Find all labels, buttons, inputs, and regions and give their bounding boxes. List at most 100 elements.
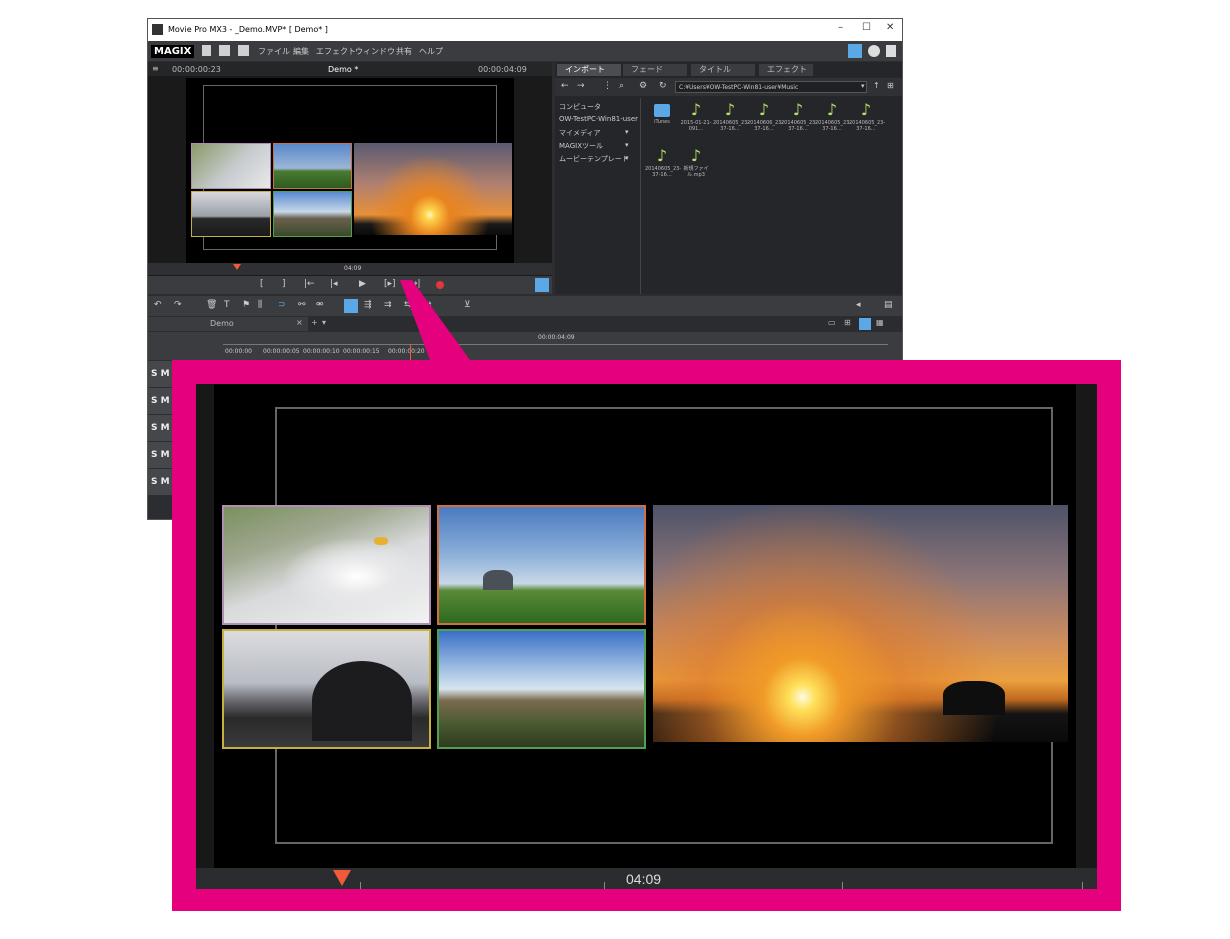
playhead-marker[interactable]: [233, 264, 241, 270]
maximize-button[interactable]: ☐: [862, 22, 871, 33]
path-field[interactable]: C:¥Users¥OW-TestPC-Win81-user¥Music: [675, 81, 867, 93]
info-icon[interactable]: [868, 45, 880, 57]
view-storyboard-icon[interactable]: ▭: [828, 318, 836, 327]
search-icon[interactable]: ⌕: [619, 81, 624, 91]
chevron-down-icon[interactable]: ▾: [625, 128, 629, 136]
minimize-button[interactable]: –: [838, 22, 843, 33]
delete-icon[interactable]: 🗑: [206, 300, 217, 310]
mark-out-icon[interactable]: ]: [282, 279, 286, 289]
chevron-down-icon[interactable]: ▾: [625, 154, 629, 162]
unlink-icon[interactable]: ⚮: [316, 300, 324, 310]
stretch-mode-icon[interactable]: ⇆: [404, 300, 412, 310]
mark-in-icon[interactable]: [: [260, 279, 264, 289]
preview-scrubber[interactable]: 04:09: [148, 263, 552, 275]
zoom-abbey-clip[interactable]: [222, 629, 431, 749]
ruler-mark: 00:00:00:10: [303, 348, 340, 355]
redo-icon[interactable]: ↷: [174, 300, 182, 310]
tree-item-my-media[interactable]: マイメディア: [559, 128, 601, 138]
up-folder-icon[interactable]: ↑: [873, 81, 880, 90]
zoom-village-clip[interactable]: [437, 629, 646, 749]
tree-item-magix-tools[interactable]: MAGIXツール: [559, 141, 603, 151]
sunset-clip[interactable]: [354, 143, 512, 235]
forward-arrow-icon[interactable]: →: [577, 81, 585, 91]
file-item[interactable]: ♪ 20140605_23-37-16…: [849, 102, 885, 133]
record-icon[interactable]: [436, 281, 444, 289]
multi-cam-icon[interactable]: ⇌: [424, 300, 432, 310]
new-file-icon[interactable]: [202, 45, 211, 56]
tab-menu-icon[interactable]: ▾: [322, 318, 326, 327]
file-item[interactable]: ♪ 20140605_23-37-16…: [815, 102, 851, 133]
render-icon[interactable]: ⊻: [464, 300, 471, 310]
file-item[interactable]: ♪ 2015-01-21-091…: [679, 102, 713, 133]
music-note-icon: ♪: [690, 146, 702, 165]
undo-icon[interactable]: ↶: [154, 300, 162, 310]
back-arrow-icon[interactable]: ←: [561, 81, 569, 91]
playhead-line[interactable]: [410, 344, 411, 360]
file-item[interactable]: ♪ 新規ファイル.mp3: [679, 146, 713, 179]
go-end-icon[interactable]: →|: [410, 279, 421, 289]
abbey-clip[interactable]: [191, 191, 271, 237]
menu-help[interactable]: ヘルプ: [419, 46, 443, 57]
file-item[interactable]: ♪ 20140605_23-37-16…: [781, 102, 817, 133]
snap-icon[interactable]: ⊃: [278, 300, 286, 310]
tab-effect[interactable]: エフェクト: [759, 64, 813, 76]
menu-window[interactable]: ウィンドウ: [355, 46, 395, 57]
close-tab-icon[interactable]: ×: [296, 318, 303, 327]
mixer-icon[interactable]: ▤: [884, 300, 893, 310]
save-icon[interactable]: [238, 45, 249, 56]
chevron-down-icon[interactable]: ▾: [625, 141, 629, 149]
link-icon[interactable]: ⚯: [298, 300, 306, 310]
view-timeline-icon[interactable]: [859, 318, 871, 330]
tab-title[interactable]: タイトル: [691, 64, 755, 76]
mouse-mode-icon[interactable]: ⇶: [364, 300, 372, 310]
village-clip[interactable]: [273, 191, 352, 237]
seagull-clip[interactable]: [191, 143, 271, 189]
tab-demo[interactable]: Demo ×: [148, 317, 308, 331]
menu-file[interactable]: ファイル: [258, 46, 290, 57]
mount-silhouette: [943, 681, 1005, 715]
file-item[interactable]: ♪ 20140605_23-37-16…: [645, 148, 681, 179]
ripple-mode-icon[interactable]: ⇉: [384, 300, 392, 310]
zoom-playhead-marker[interactable]: [333, 870, 351, 886]
file-item[interactable]: ♪ 20140606_23-37-16…: [747, 102, 783, 133]
grid-view-icon[interactable]: ⊞: [887, 81, 894, 90]
path-dropdown-icon[interactable]: ▾: [861, 82, 865, 90]
open-folder-icon[interactable]: [219, 45, 230, 56]
hamburger-icon[interactable]: ≡: [152, 64, 159, 73]
menu-share[interactable]: 共有: [396, 46, 412, 57]
play-icon[interactable]: ▶: [359, 279, 366, 289]
tab-fade[interactable]: フェード: [623, 64, 687, 76]
flash-icon[interactable]: [535, 278, 549, 292]
refresh-icon[interactable]: ↻: [659, 81, 667, 91]
view-scene-icon[interactable]: ⊞: [844, 318, 851, 327]
marker-icon[interactable]: ⚑: [242, 300, 250, 310]
close-button[interactable]: ✕: [886, 22, 894, 33]
menu-edit[interactable]: 編集: [293, 46, 309, 57]
view-multicam-icon[interactable]: ▦: [876, 318, 884, 327]
go-start-icon[interactable]: |←: [304, 279, 315, 289]
volume-icon[interactable]: ◂: [856, 300, 861, 310]
tab-import[interactable]: インポート: [557, 64, 621, 76]
prev-frame-icon[interactable]: |◂: [330, 279, 338, 289]
tree-item-user[interactable]: OW-TestPC-Win81-user: [559, 115, 638, 123]
file-item[interactable]: ♪ 20140605_23-37-16…: [713, 102, 749, 133]
pointer-tool-icon[interactable]: [344, 299, 358, 313]
gear-icon[interactable]: ⚙: [639, 81, 647, 91]
file-item[interactable]: iTunes: [645, 104, 679, 125]
menu-effect[interactable]: エフェクト: [316, 46, 356, 57]
title-tool-icon[interactable]: T: [224, 300, 230, 310]
zoom-seagull-clip[interactable]: [222, 505, 431, 625]
add-tab-icon[interactable]: +: [311, 318, 318, 327]
timeline-ruler[interactable]: 00:00:04:09 00:00:00 00:00:00:05 00:00:0…: [148, 332, 902, 360]
upload-icon[interactable]: [886, 45, 896, 57]
next-marker-icon[interactable]: [▸]: [384, 279, 396, 289]
split-icon[interactable]: ⫼: [258, 300, 262, 310]
zoom-scrubber[interactable]: 04:09: [196, 868, 1097, 889]
tree-view-icon[interactable]: ⋮: [603, 81, 612, 91]
tree-item-computer[interactable]: コンピュータ: [559, 102, 601, 112]
tree-item-movie-templates[interactable]: ムービーテンプレート: [559, 154, 629, 164]
zoom-mont-saint-michel-field-clip[interactable]: [437, 505, 646, 625]
tool-mode-icon[interactable]: [848, 44, 862, 58]
zoom-sunset-clip[interactable]: [653, 505, 1068, 742]
mont-saint-michel-field-clip[interactable]: [273, 143, 352, 189]
